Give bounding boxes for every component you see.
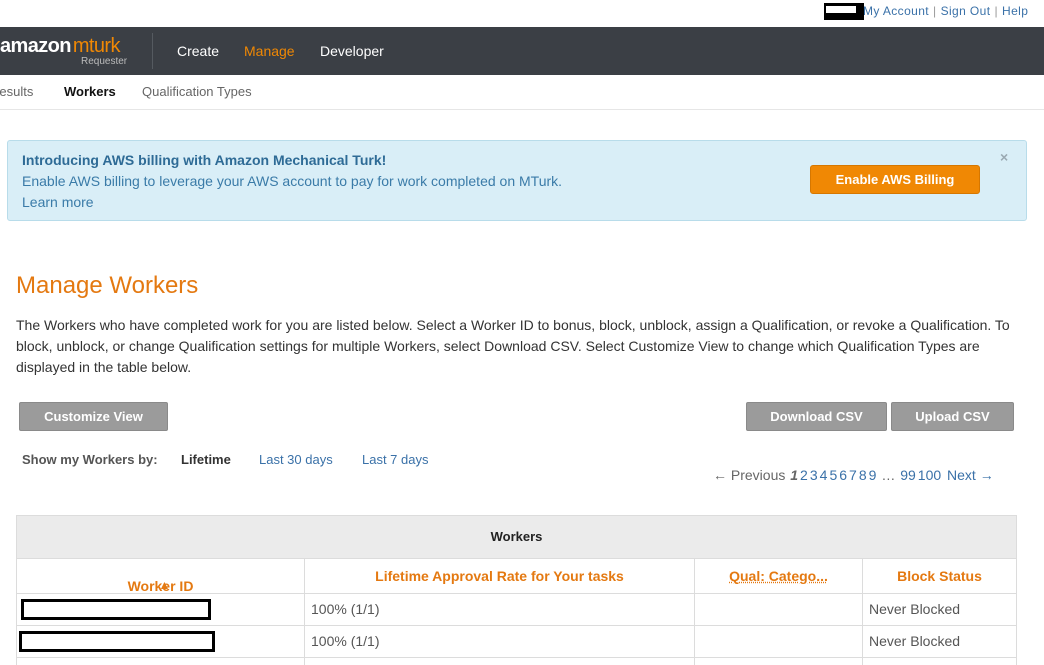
worker-id-cell[interactable] — [17, 594, 305, 625]
close-icon[interactable]: × — [1000, 149, 1008, 165]
table-row: 100% (1/1) Never Blocked — [16, 626, 1017, 658]
subnav-qualification-types[interactable]: Qualification Types — [142, 84, 252, 99]
pagination: ← Previous 123456789 … 99 100 Next → — [713, 467, 995, 483]
pager-page-4[interactable]: 4 — [820, 467, 828, 483]
page-title: Manage Workers — [16, 272, 199, 299]
sort-ascending-icon[interactable]: ▲ — [25, 578, 304, 592]
approval-cell — [305, 658, 695, 665]
qual-cell — [695, 658, 863, 665]
pager-page-5[interactable]: 5 — [829, 467, 837, 483]
worker-id-cell — [17, 658, 305, 665]
col-approval-rate[interactable]: Lifetime Approval Rate for Your tasks — [305, 558, 695, 593]
pager-page-7[interactable]: 7 — [849, 467, 857, 483]
page-intro: The Workers who have completed work for … — [16, 317, 1010, 375]
banner-text: Enable AWS billing to leverage your AWS … — [22, 173, 563, 189]
qual-cell — [695, 626, 863, 657]
table-title-text: Workers — [490, 529, 543, 544]
top-utility-bar: My Account | Sign Out | Help — [0, 0, 1044, 27]
nav-divider — [152, 33, 153, 69]
filter-last-30-days[interactable]: Last 30 days — [259, 452, 333, 467]
logo-subtitle: Requester — [81, 56, 128, 67]
redacted-username-inner — [826, 6, 856, 13]
customize-view-button[interactable]: Customize View — [19, 402, 168, 431]
mturk-logo[interactable]: amazon mturk — [0, 35, 120, 58]
col-block-status[interactable]: Block Status — [863, 558, 1016, 593]
table-header-row: Worker ID ▲ Lifetime Approval Rate for Yo… — [16, 558, 1017, 594]
nav-developer[interactable]: Developer — [320, 43, 384, 59]
worker-id-cell[interactable] — [17, 626, 305, 657]
subnav-workers[interactable]: Workers — [64, 84, 116, 99]
download-csv-button[interactable]: Download CSV — [746, 402, 887, 431]
subnav-results[interactable]: Results — [0, 84, 33, 99]
pager-page-6[interactable]: 6 — [839, 467, 847, 483]
sub-navbar: Results Workers Qualification Types — [0, 75, 1044, 110]
approval-cell: 100% (1/1) — [305, 594, 695, 625]
block-status-cell — [863, 658, 1016, 665]
table-row — [16, 658, 1017, 665]
learn-more-link[interactable]: Learn more — [22, 194, 94, 210]
pager-page-2[interactable]: 2 — [800, 467, 808, 483]
pager-previous: ← Previous — [713, 467, 786, 483]
banner-title: Introducing AWS billing with Amazon Mech… — [22, 152, 387, 168]
enable-aws-billing-button[interactable]: Enable AWS Billing — [810, 165, 980, 194]
col-worker-id[interactable]: Worker ID ▲ — [17, 558, 305, 594]
workers-table-title: Workers — [16, 515, 1017, 559]
pager-page-9[interactable]: 9 — [869, 467, 877, 483]
pager-page-99[interactable]: 99 — [900, 467, 916, 483]
show-workers-label: Show my Workers by: — [22, 452, 158, 467]
approval-cell: 100% (1/1) — [305, 626, 695, 657]
account-links: My Account | Sign Out | Help — [863, 4, 1029, 18]
my-account-link[interactable]: My Account — [863, 4, 929, 18]
block-status-cell: Never Blocked — [869, 633, 961, 649]
main-navbar: amazon mturk Requester Create Manage Deve… — [0, 27, 1044, 75]
nav-create[interactable]: Create — [177, 43, 219, 59]
upload-csv-button[interactable]: Upload CSV — [891, 402, 1014, 431]
pager-page-8[interactable]: 8 — [859, 467, 867, 483]
col-qual-category[interactable]: Qual: Catego... — [695, 558, 863, 593]
redacted-worker-id — [19, 631, 215, 652]
redacted-worker-id — [21, 599, 211, 620]
table-row: 100% (1/1) Never Blocked — [16, 594, 1017, 626]
filter-lifetime[interactable]: Lifetime — [181, 452, 231, 467]
pager-current-page: 1 — [790, 467, 799, 483]
pager-page-3[interactable]: 3 — [810, 467, 818, 483]
filter-last-7-days[interactable]: Last 7 days — [362, 452, 429, 467]
block-status-cell: Never Blocked — [869, 601, 961, 617]
pager-next[interactable]: Next → — [947, 467, 994, 483]
pager-ellipsis: … — [881, 467, 896, 483]
nav-manage[interactable]: Manage — [244, 43, 295, 59]
pager-page-100[interactable]: 100 — [918, 467, 941, 483]
qual-cell — [695, 594, 863, 625]
sign-out-link[interactable]: Sign Out — [941, 4, 991, 18]
aws-billing-banner: Introducing AWS billing with Amazon Mech… — [7, 140, 1027, 221]
help-link[interactable]: Help — [1002, 4, 1028, 18]
